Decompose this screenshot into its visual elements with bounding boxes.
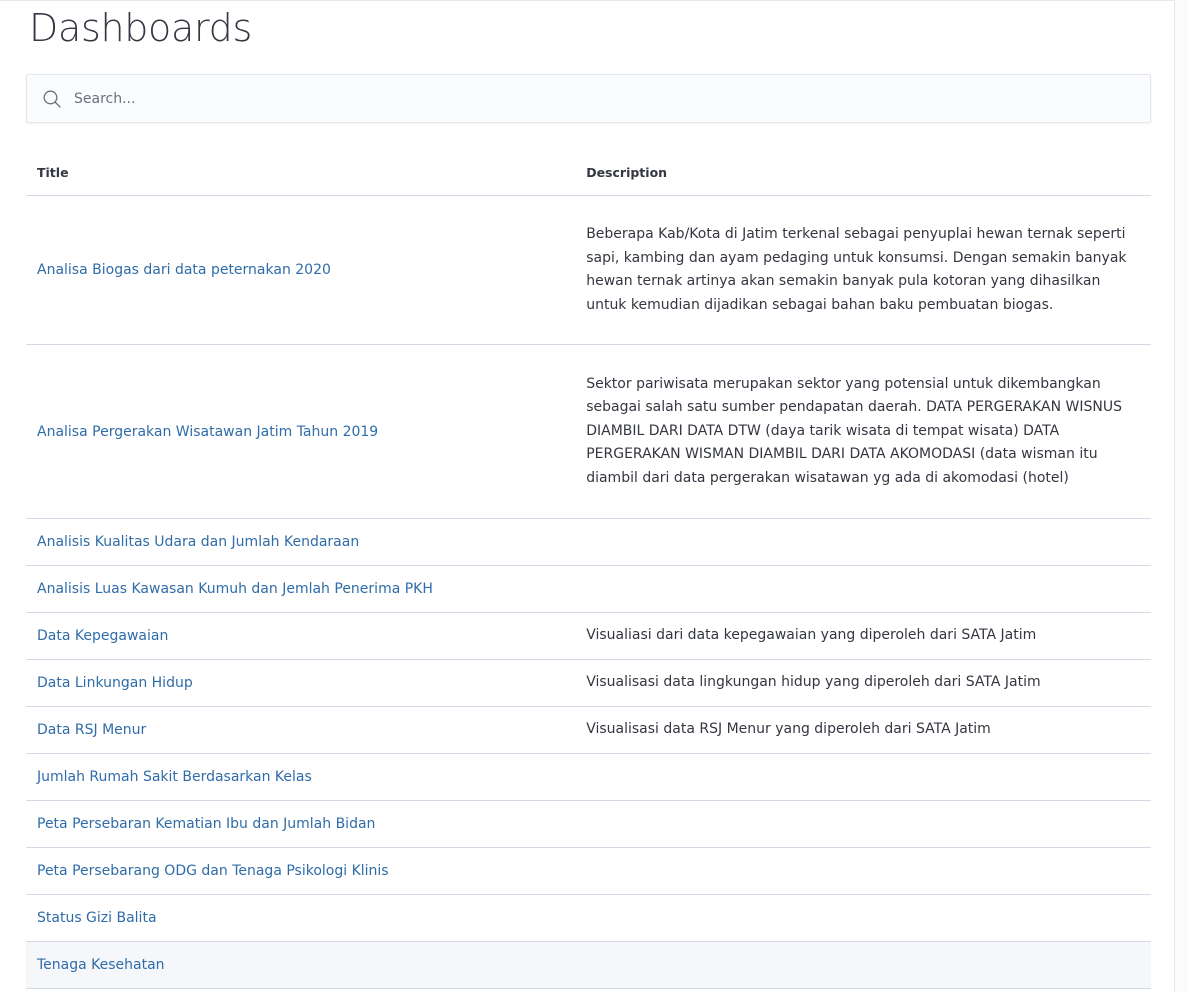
title-cell: Tenaga Kesehatan — [26, 941, 576, 989]
title-cell: Peta Persebaran Kematian Ibu dan Jumlah … — [26, 800, 576, 848]
description-cell — [575, 847, 1151, 895]
page-title: Dashboards — [29, 6, 252, 50]
search-input[interactable] — [74, 90, 1074, 107]
dashboard-description: Visualisasi data RSJ Menur yang diperole… — [586, 721, 991, 738]
title-cell: Data Kepegawaian — [26, 612, 576, 660]
description-cell — [575, 565, 1151, 613]
table-row: Data RSJ Menur Visualisasi data RSJ Menu… — [26, 706, 1151, 754]
title-cell: Jumlah Rumah Sakit Berdasarkan Kelas — [26, 753, 576, 801]
right-scroll-gutter — [1174, 0, 1188, 992]
dashboard-link[interactable]: Tenaga Kesehatan — [37, 957, 165, 973]
dashboard-link[interactable]: Jumlah Rumah Sakit Berdasarkan Kelas — [37, 769, 312, 785]
dashboard-link[interactable]: Peta Persebarang ODG dan Tenaga Psikolog… — [37, 863, 389, 879]
title-cell: Analisa Pergerakan Wisatawan Jatim Tahun… — [26, 344, 576, 519]
dashboard-link[interactable]: Analisis Luas Kawasan Kumuh dan Jemlah P… — [37, 581, 433, 597]
description-cell — [575, 894, 1151, 942]
dashboard-link[interactable]: Status Gizi Balita — [37, 910, 157, 926]
top-divider — [0, 0, 1174, 1]
dashboards-table: Title Description Analisa Biogas dari da… — [26, 149, 1151, 989]
dashboard-link[interactable]: Peta Persebaran Kematian Ibu dan Jumlah … — [37, 816, 375, 832]
description-cell: Visualisasi data RSJ Menur yang diperole… — [575, 706, 1151, 754]
table-row: Tenaga Kesehatan — [26, 941, 1151, 989]
table-row: Analisa Pergerakan Wisatawan Jatim Tahun… — [26, 344, 1151, 519]
dashboard-description: Beberapa Kab/Kota di Jatim terkenal seba… — [586, 226, 1127, 313]
table-row: Status Gizi Balita — [26, 894, 1151, 942]
dashboard-link[interactable]: Analisa Pergerakan Wisatawan Jatim Tahun… — [37, 424, 378, 440]
table-row: Jumlah Rumah Sakit Berdasarkan Kelas — [26, 753, 1151, 801]
table-row: Data Linkungan Hidup Visualisasi data li… — [26, 659, 1151, 707]
column-header-title[interactable]: Title — [26, 149, 576, 196]
dashboard-link[interactable]: Analisa Biogas dari data peternakan 2020 — [37, 262, 331, 278]
column-header-description[interactable]: Description — [575, 149, 1151, 196]
table-row: Analisis Luas Kawasan Kumuh dan Jemlah P… — [26, 565, 1151, 613]
table-row: Peta Persebaran Kematian Ibu dan Jumlah … — [26, 800, 1151, 848]
title-cell: Analisa Biogas dari data peternakan 2020 — [26, 195, 576, 345]
table-row: Data Kepegawaian Visualiasi dari data ke… — [26, 612, 1151, 660]
description-cell — [575, 800, 1151, 848]
description-cell — [575, 941, 1151, 989]
table-header-row: Title Description — [26, 149, 1151, 196]
dashboard-link[interactable]: Data Linkungan Hidup — [37, 675, 193, 691]
search-icon — [41, 88, 63, 110]
description-cell: Visualisasi data lingkungan hidup yang d… — [575, 659, 1151, 707]
dashboard-link[interactable]: Data RSJ Menur — [37, 722, 146, 738]
dashboard-description: Sektor pariwisata merupakan sektor yang … — [586, 375, 1122, 486]
title-cell: Peta Persebarang ODG dan Tenaga Psikolog… — [26, 847, 576, 895]
description-cell: Sektor pariwisata merupakan sektor yang … — [575, 344, 1151, 519]
search-bar[interactable] — [26, 74, 1151, 123]
dashboard-description: Visualisasi data lingkungan hidup yang d… — [586, 674, 1041, 691]
title-cell: Data RSJ Menur — [26, 706, 576, 754]
description-cell — [575, 518, 1151, 566]
description-cell — [575, 753, 1151, 801]
dashboard-description: Visualiasi dari data kepegawaian yang di… — [586, 627, 1037, 644]
title-cell: Data Linkungan Hidup — [26, 659, 576, 707]
description-cell: Beberapa Kab/Kota di Jatim terkenal seba… — [575, 195, 1151, 345]
dashboard-link[interactable]: Analisis Kualitas Udara dan Jumlah Kenda… — [37, 534, 359, 550]
title-cell: Status Gizi Balita — [26, 894, 576, 942]
dashboards-page: Dashboards Title Description Analisa Bio… — [0, 0, 1188, 992]
dashboard-link[interactable]: Data Kepegawaian — [37, 628, 168, 644]
title-cell: Analisis Kualitas Udara dan Jumlah Kenda… — [26, 518, 576, 566]
table-row: Analisa Biogas dari data peternakan 2020… — [26, 195, 1151, 345]
table-row: Analisis Kualitas Udara dan Jumlah Kenda… — [26, 518, 1151, 566]
description-cell: Visualiasi dari data kepegawaian yang di… — [575, 612, 1151, 660]
title-cell: Analisis Luas Kawasan Kumuh dan Jemlah P… — [26, 565, 576, 613]
table-row: Peta Persebarang ODG dan Tenaga Psikolog… — [26, 847, 1151, 895]
